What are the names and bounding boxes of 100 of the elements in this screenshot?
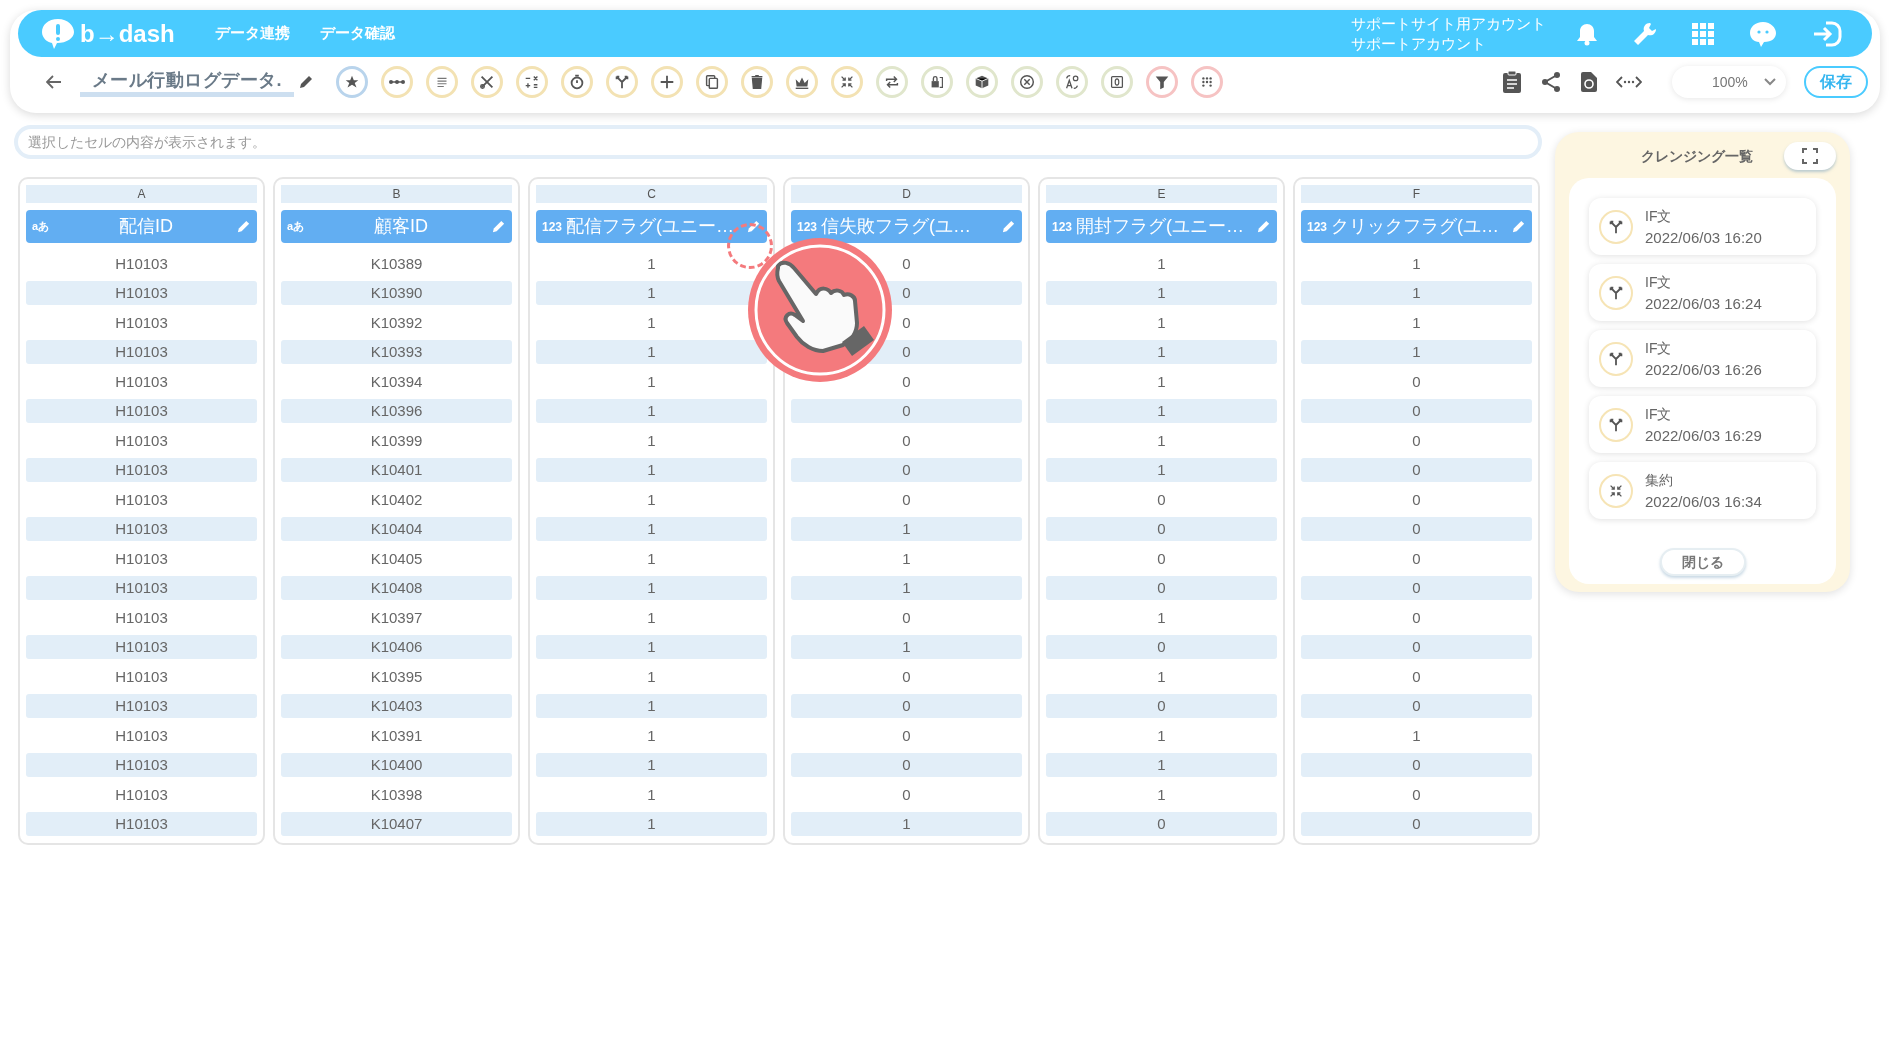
history-time: 2022/06/03 16:29 — [1645, 425, 1762, 446]
clipboard-icon[interactable] — [1502, 70, 1522, 94]
column-letter[interactable]: F — [1301, 185, 1532, 203]
expand-button[interactable] — [1784, 142, 1836, 170]
column-letter[interactable]: A — [26, 185, 257, 203]
table-cell-text: 1 — [1156, 253, 1167, 274]
history-item[interactable]: 集約 2022/06/03 16:34 — [1589, 462, 1816, 519]
zero-box-button[interactable] — [1100, 66, 1133, 98]
table-cell: H10103 — [26, 281, 257, 306]
table-cell-text: 0 — [901, 607, 912, 628]
table-cell-text: 1 — [1411, 725, 1422, 746]
type-mark: 123 — [797, 218, 819, 236]
history-item[interactable]: IF文 2022/06/03 16:20 — [1589, 198, 1816, 255]
table-cell: 0 — [1301, 517, 1532, 542]
table-cell: K10400 — [281, 753, 512, 778]
repeat-button[interactable] — [875, 66, 908, 98]
table-cell-text: H10103 — [114, 312, 169, 333]
table-cell-text: K10405 — [369, 548, 424, 569]
table-cell-text: 1 — [1411, 253, 1422, 274]
table-cell-text: 0 — [1156, 489, 1167, 510]
table-cell: 1 — [791, 635, 1022, 660]
history-item[interactable]: IF文 2022/06/03 16:29 — [1589, 396, 1816, 453]
table-cell-text: 0 — [901, 253, 912, 274]
calculator-button[interactable] — [515, 66, 548, 98]
table-cell-text: K10397 — [369, 607, 424, 628]
table-cell: 1 — [536, 340, 767, 365]
table-cell: K10390 — [281, 281, 512, 306]
crown-button[interactable] — [785, 66, 818, 98]
plus-button[interactable] — [650, 66, 683, 98]
history-item[interactable]: IF文 2022/06/03 16:26 — [1589, 330, 1816, 387]
column-letter[interactable]: B — [281, 185, 512, 203]
column-name: クリックフラグ(ユ… — [1331, 215, 1500, 238]
back-arrow-icon[interactable] — [46, 75, 62, 89]
box-button[interactable] — [965, 66, 998, 98]
column-letter[interactable]: C — [536, 185, 767, 203]
lock-button[interactable] — [920, 66, 953, 98]
type-mark: 123 — [1052, 218, 1074, 236]
collapse-arrows-button[interactable] — [830, 66, 863, 98]
branch-button[interactable] — [605, 66, 638, 98]
table-cell: 0 — [1046, 694, 1277, 719]
table-cell: 1 — [536, 812, 767, 837]
table-cell-text: 0 — [901, 312, 912, 333]
column-name: 配信ID — [118, 215, 174, 238]
table-cell-text: 1 — [646, 784, 657, 805]
table-cell: 1 — [536, 399, 767, 424]
table-cell-text: K10399 — [369, 430, 424, 451]
column-name: 開封フラグ(ユニー… — [1076, 215, 1245, 238]
history-name: IF文 — [1645, 338, 1673, 358]
table-cell-text: 1 — [1156, 430, 1167, 451]
close-circle-icon — [1017, 73, 1036, 91]
share-icon[interactable] — [1540, 71, 1562, 93]
history-time: 2022/06/03 16:24 — [1645, 293, 1762, 314]
table-cell: K10408 — [281, 576, 512, 601]
table-cell-text: K10394 — [369, 371, 424, 392]
table-cell-text: 0 — [901, 430, 912, 451]
copy-button[interactable] — [695, 66, 728, 98]
column-letter[interactable]: D — [791, 185, 1022, 203]
table-cell: K10404 — [281, 517, 512, 542]
file-title[interactable]: メール行動ログデータ. — [80, 67, 294, 97]
history-item[interactable]: IF文 2022/06/03 16:24 — [1589, 264, 1816, 321]
dot-grid-button[interactable] — [1190, 66, 1223, 98]
type-mark: 123 — [542, 218, 564, 236]
star-button[interactable] — [335, 66, 368, 98]
table-cell-text: H10103 — [114, 607, 169, 628]
history-name: IF文 — [1645, 206, 1673, 226]
table-cell-text: 0 — [1411, 489, 1422, 510]
table-cell-text: 1 — [646, 725, 657, 746]
trash-button[interactable] — [740, 66, 773, 98]
table-cell-text: H10103 — [114, 548, 169, 569]
table-cell-text: 1 — [1411, 312, 1422, 333]
table-cell-text: 0 — [1156, 548, 1167, 569]
zoom-dropdown[interactable]: 100% — [1672, 66, 1786, 98]
dots-button[interactable] — [380, 66, 413, 98]
table-cell-text: K10402 — [369, 489, 424, 510]
table-cell: 1 — [791, 576, 1022, 601]
dots-icon — [388, 80, 405, 84]
translate-button[interactable] — [1055, 66, 1088, 98]
table-cell-text: 1 — [1156, 784, 1167, 805]
table-cell-text: 0 — [901, 725, 912, 746]
table-cell-text: K10395 — [369, 666, 424, 687]
formula-bar[interactable]: 選択したセルの内容が表示されます。 — [14, 125, 1542, 159]
table-cell: 1 — [791, 517, 1022, 542]
table-cell-text: 0 — [1411, 371, 1422, 392]
pencil-icon[interactable] — [297, 74, 314, 90]
table-cell: K10393 — [281, 340, 512, 365]
close-circle-button[interactable] — [1010, 66, 1043, 98]
code-arrows-icon[interactable] — [1616, 75, 1642, 89]
expand-icon — [1802, 148, 1818, 164]
table-cell-text: 1 — [646, 312, 657, 333]
table-cell-text: 0 — [1411, 607, 1422, 628]
close-button[interactable]: 閉じる — [1659, 548, 1746, 576]
lines-button[interactable] — [425, 66, 458, 98]
file-refresh-icon[interactable] — [1580, 71, 1598, 93]
stopwatch-button[interactable] — [560, 66, 593, 98]
table-cell: 0 — [791, 694, 1022, 719]
table-cell-text: H10103 — [114, 489, 169, 510]
filter-button[interactable] — [1145, 66, 1178, 98]
column-letter[interactable]: E — [1046, 185, 1277, 203]
table-cell-text: 0 — [901, 489, 912, 510]
table-cell: K10403 — [281, 694, 512, 719]
